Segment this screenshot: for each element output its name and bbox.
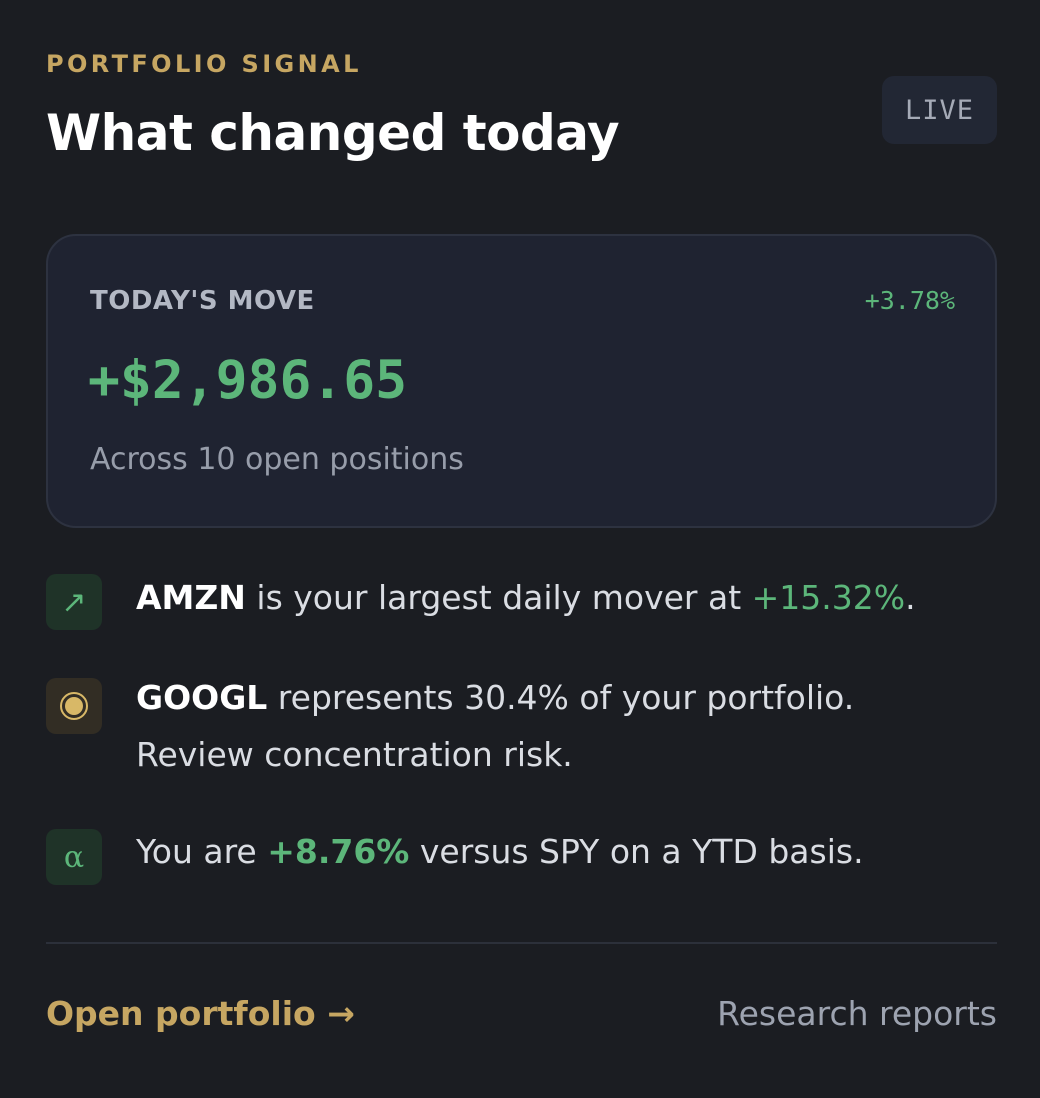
insight-text: You are +8.76% versus SPY on a YTD basis… bbox=[136, 823, 864, 880]
eyebrow-label: PORTFOLIO SIGNAL bbox=[46, 50, 362, 78]
todays-move-label: TODAY'S MOVE bbox=[90, 286, 315, 316]
insight-body: You are bbox=[136, 832, 268, 871]
open-portfolio-link[interactable]: Open portfolio → bbox=[46, 994, 355, 1033]
todays-move-amount: +$2,986.65 bbox=[88, 350, 408, 411]
insight-highlight: +8.76% bbox=[267, 832, 410, 871]
insight-body: represents 30.4% of your portfolio. bbox=[267, 678, 855, 717]
insight-text: GOOGL represents 30.4% of your portfolio… bbox=[136, 669, 854, 783]
target-icon-dot bbox=[65, 697, 83, 715]
target-icon bbox=[46, 678, 102, 734]
insight-body: is your largest daily mover at bbox=[245, 578, 752, 617]
insight-item-ytd-alpha: α You are +8.76% versus SPY on a YTD bas… bbox=[46, 829, 996, 887]
insight-line-1: GOOGL represents 30.4% of your portfolio… bbox=[136, 669, 854, 726]
footer-divider bbox=[46, 942, 997, 944]
todays-move-subtext: Across 10 open positions bbox=[90, 442, 464, 477]
insight-item-largest-mover: ↗ AMZN is your largest daily mover at +1… bbox=[46, 574, 996, 632]
todays-move-card: TODAY'S MOVE +3.78% +$2,986.65 Across 10… bbox=[46, 234, 997, 528]
insight-text: AMZN is your largest daily mover at +15.… bbox=[136, 569, 916, 626]
arrow-up-right-icon: ↗ bbox=[46, 574, 102, 630]
page-title: What changed today bbox=[46, 104, 620, 162]
insight-item-concentration: GOOGL represents 30.4% of your portfolio… bbox=[46, 676, 996, 786]
insight-ticker: GOOGL bbox=[136, 678, 268, 717]
insight-body-end: versus SPY on a YTD basis. bbox=[409, 832, 864, 871]
insight-line-2: Review concentration risk. bbox=[136, 735, 573, 774]
insight-body-end: . bbox=[905, 578, 916, 617]
research-reports-link[interactable]: Research reports bbox=[717, 994, 997, 1033]
insight-highlight: +15.32% bbox=[751, 578, 906, 617]
todays-move-percent: +3.78% bbox=[864, 286, 955, 315]
alpha-icon: α bbox=[46, 829, 102, 885]
insight-ticker: AMZN bbox=[136, 578, 246, 617]
live-badge: LIVE bbox=[882, 76, 997, 144]
target-icon-ring bbox=[60, 692, 88, 720]
